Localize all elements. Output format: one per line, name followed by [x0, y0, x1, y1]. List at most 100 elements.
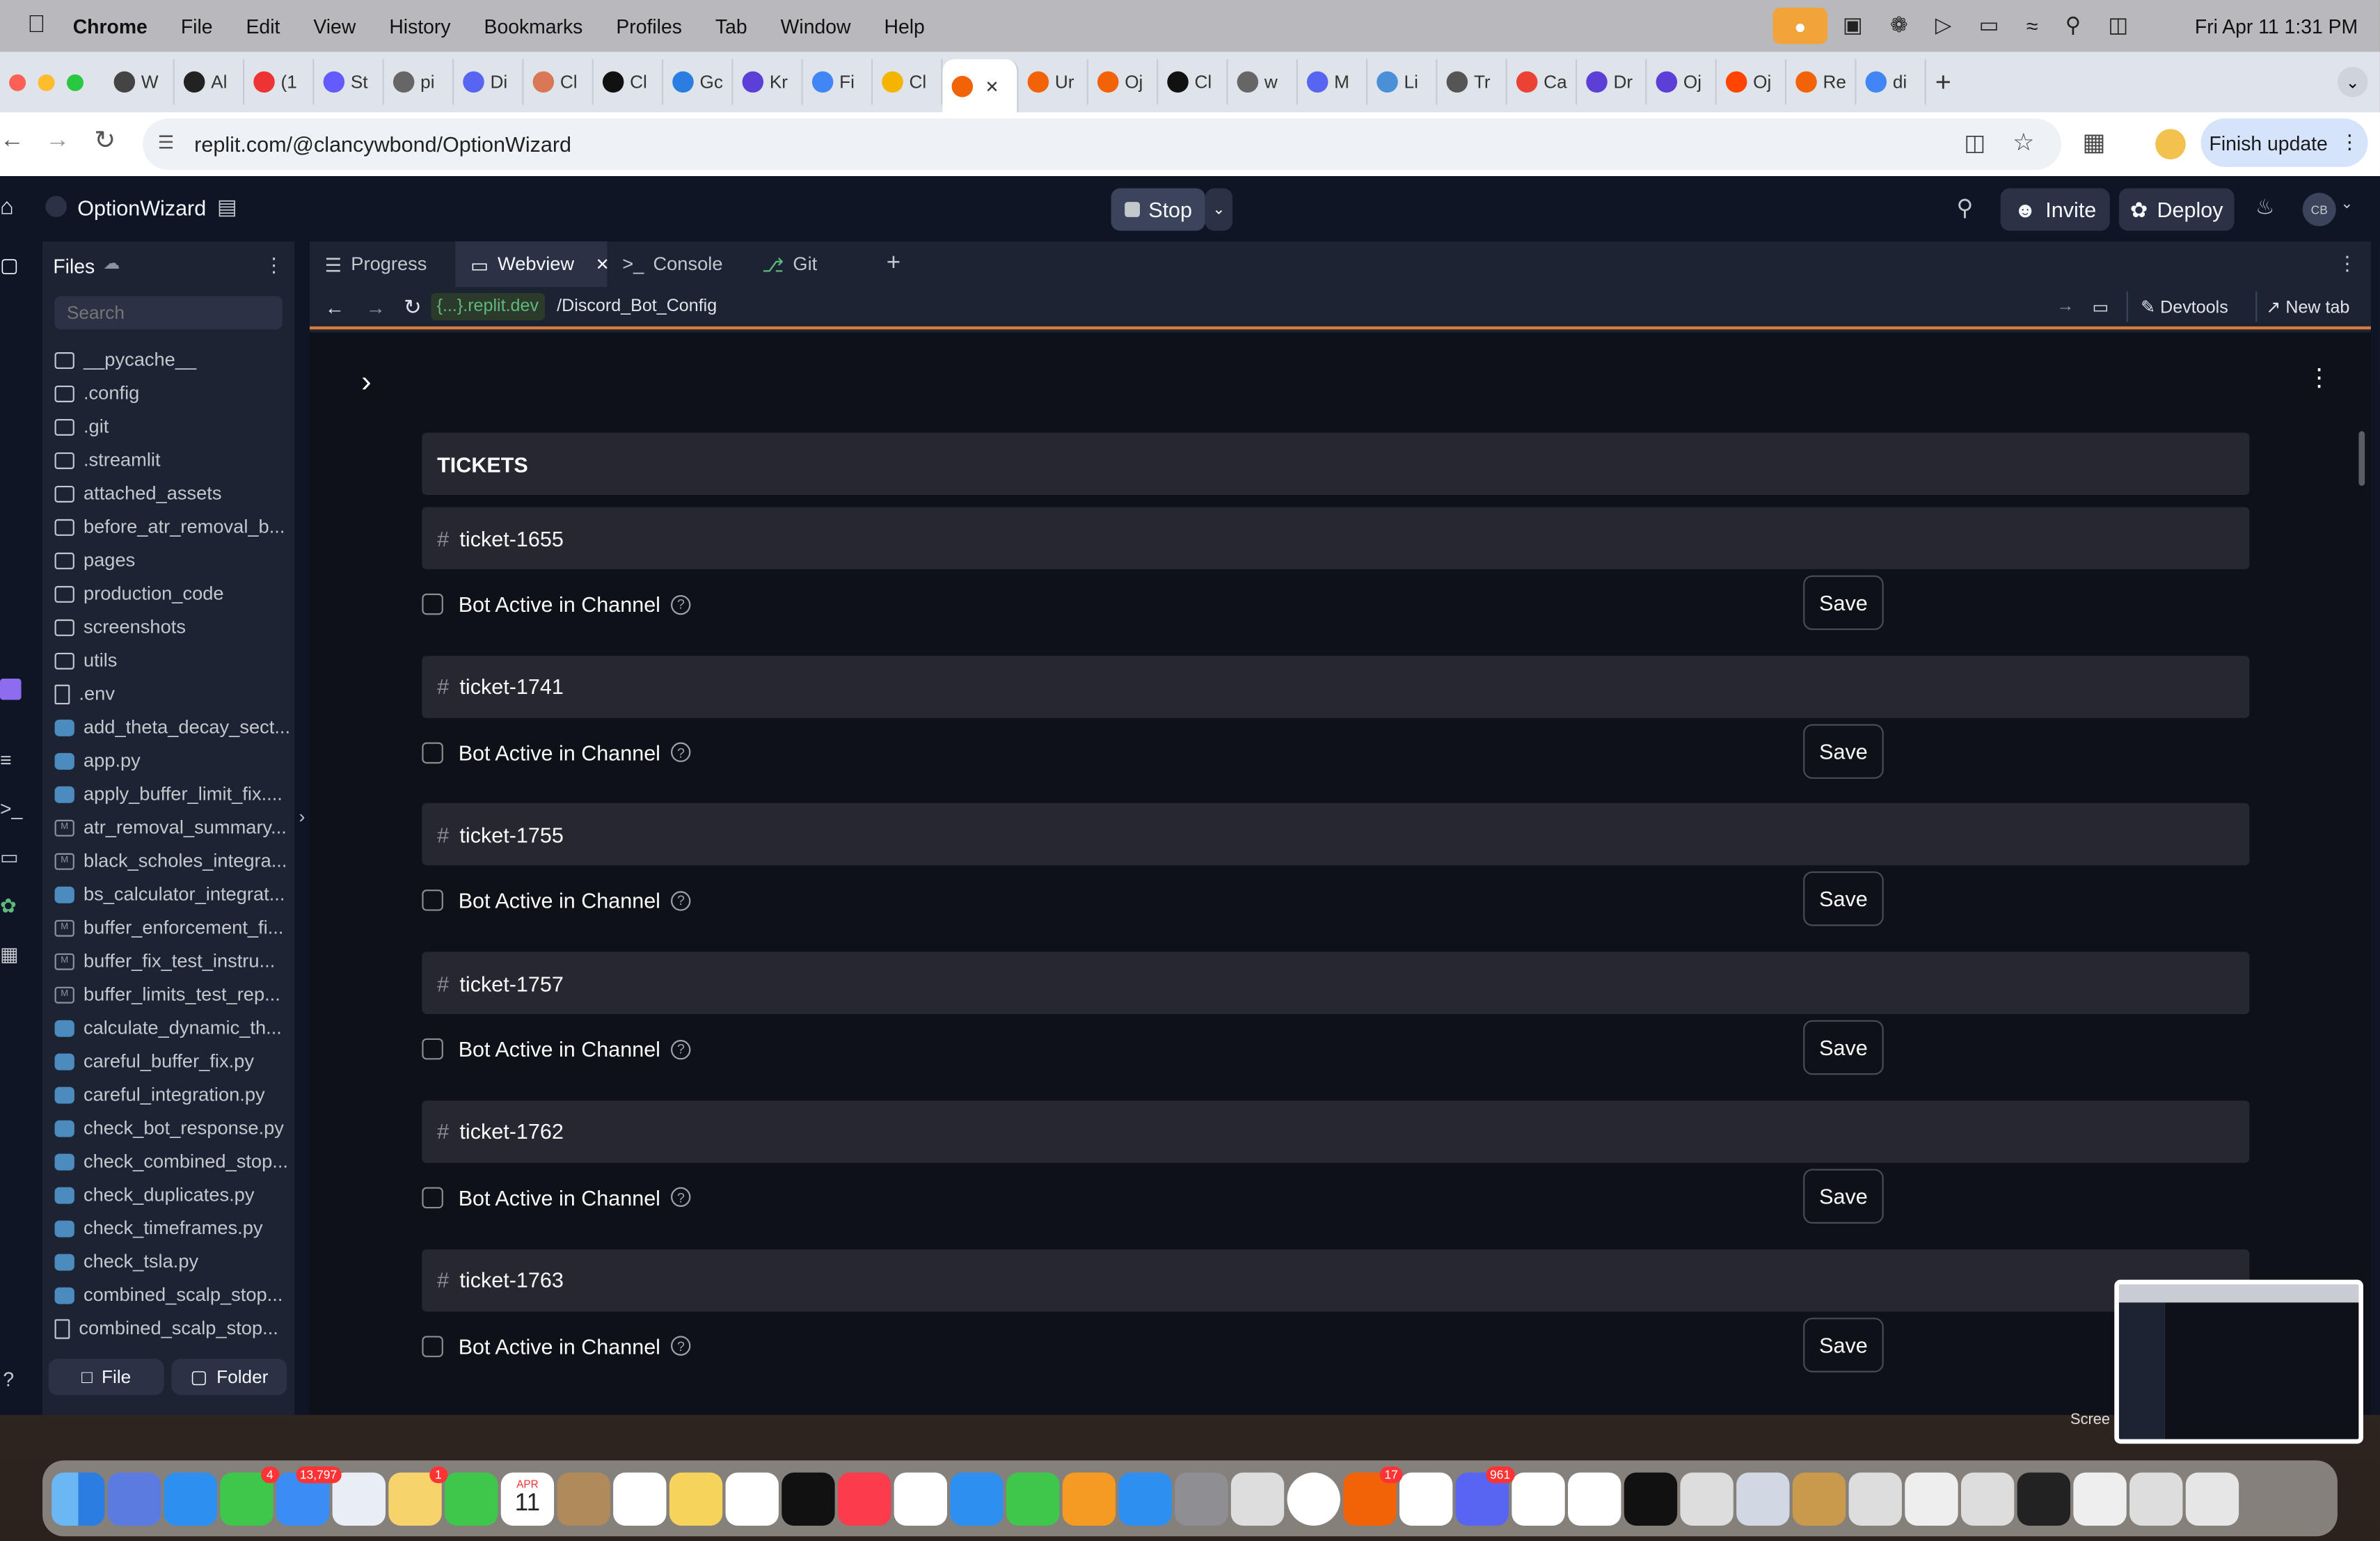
tab-progress[interactable]: ☰ Progress — [310, 242, 455, 287]
menu-view[interactable]: View — [313, 15, 356, 38]
document-stack-icon[interactable] — [1848, 1471, 1902, 1525]
browser-tab[interactable]: ✕ — [942, 59, 1019, 114]
save-button[interactable]: Save — [1803, 723, 1884, 779]
close-window-icon[interactable] — [9, 73, 26, 90]
omnibox[interactable]: ☰ replit.com/@clancywbond/OptionWizard ◫… — [143, 118, 2061, 171]
bot-active-checkbox[interactable] — [422, 1038, 443, 1060]
reload-icon[interactable]: ↻ — [94, 126, 116, 157]
tab-git[interactable]: ⎇ Git — [747, 242, 878, 287]
help-tooltip-icon[interactable]: ? — [671, 1039, 691, 1059]
contacts-icon[interactable] — [557, 1471, 610, 1525]
play-icon[interactable]: ▷ — [1935, 12, 1952, 38]
inbox-app-icon[interactable] — [1399, 1471, 1453, 1525]
pdf-stack-icon[interactable] — [2073, 1471, 2127, 1525]
notes-icon[interactable] — [669, 1471, 723, 1525]
tab-search-chevron-icon[interactable]: ⌄ — [2337, 66, 2368, 97]
browser-tab[interactable]: St — [314, 59, 384, 105]
screenshot-stack-icon[interactable] — [1905, 1471, 1958, 1525]
numbers-icon[interactable] — [1006, 1471, 1060, 1525]
bot-active-label[interactable]: Bot Active in Channel — [459, 1334, 660, 1358]
file-tree-item[interactable]: careful_buffer_fix.py — [54, 1045, 292, 1078]
extensions-puzzle-icon[interactable]: ▦ — [2082, 127, 2105, 158]
apple-icon[interactable]:  — [27, 12, 45, 39]
launchpad-icon[interactable] — [107, 1471, 161, 1525]
browser-tab[interactable]: Ur — [1019, 59, 1088, 105]
browser-tab[interactable]: M — [1298, 59, 1368, 105]
bot-active-label[interactable]: Bot Active in Channel — [459, 1037, 660, 1061]
collapse-panel-chevron-icon[interactable]: › — [299, 806, 306, 828]
search-icon[interactable]: ⚲ — [1956, 194, 1973, 221]
menu-tab[interactable]: Tab — [715, 15, 747, 38]
inbox-icon[interactable]: ▣ — [1843, 12, 1863, 38]
file-tree-item[interactable]: utils — [54, 644, 292, 677]
browser-tab[interactable]: Tr — [1438, 59, 1507, 105]
bookmark-star-icon[interactable]: ☆ — [2013, 127, 2034, 158]
file-tree-item[interactable]: combined_scalp_stop... — [54, 1311, 292, 1345]
bot-active-label[interactable]: Bot Active in Channel — [459, 889, 660, 913]
file-tree-item[interactable]: __pycache__ — [54, 343, 292, 377]
forward-arrow-icon[interactable]: → — [45, 127, 70, 155]
browser-tab[interactable]: Fi — [803, 59, 873, 105]
bot-active-label[interactable]: Bot Active in Channel — [459, 741, 660, 765]
file-tree-item[interactable]: .env — [54, 677, 292, 711]
omnibox-url[interactable]: replit.com/@clancywbond/OptionWizard — [194, 132, 571, 157]
file-tree-item[interactable]: .streamlit — [54, 443, 292, 477]
close-tab-icon[interactable]: ✕ — [985, 77, 999, 96]
freeform-icon[interactable] — [725, 1471, 779, 1525]
agent-tool-icon[interactable] — [0, 678, 22, 700]
account-chevron-icon[interactable]: ⌄ — [2340, 196, 2353, 212]
profile-avatar[interactable] — [2155, 129, 2186, 160]
window-stack-icon[interactable] — [1960, 1471, 2015, 1525]
bot-active-checkbox[interactable] — [422, 1335, 443, 1357]
app-menu-icon[interactable]: ⋮ — [2307, 363, 2331, 393]
bot-active-checkbox[interactable] — [422, 1187, 443, 1208]
browser-tab[interactable]: Kr — [733, 59, 803, 105]
menu-file[interactable]: File — [181, 15, 213, 38]
file-tree-item[interactable]: .config — [54, 377, 292, 410]
file-search-input[interactable] — [54, 296, 283, 330]
project-menu-icon[interactable]: ▤ — [217, 194, 237, 220]
browser-tab[interactable]: Cl — [594, 59, 664, 105]
bot-active-checkbox[interactable] — [422, 741, 443, 764]
browser-tab[interactable]: Gc — [663, 59, 733, 105]
invite-button[interactable]: ☻ Invite — [2000, 188, 2110, 231]
new-tab-plus-icon[interactable]: + — [1935, 66, 1951, 98]
webview-reload-icon[interactable]: ↻ — [404, 294, 422, 319]
openai-icon[interactable]: ❁ — [1890, 12, 1908, 38]
downloads-stack-icon[interactable] — [1680, 1471, 1734, 1525]
file-tree-item[interactable]: check_bot_response.py — [54, 1112, 292, 1145]
spotlight-search-icon[interactable]: ⚲ — [2065, 12, 2081, 38]
file-tree-item[interactable]: Mbuffer_enforcement_fi... — [54, 911, 292, 945]
webview-forward-icon[interactable]: → — [366, 295, 386, 318]
menu-window[interactable]: Window — [781, 15, 851, 38]
webview-tool-icon[interactable]: ▭ — [0, 846, 19, 870]
back-arrow-icon[interactable]: ← — [0, 127, 24, 155]
file-tree-item[interactable]: check_tsla.py — [54, 1245, 292, 1279]
browser-tab[interactable]: (1 — [244, 59, 315, 105]
maps-icon[interactable] — [332, 1471, 386, 1525]
mail-icon[interactable]: 13,797 — [276, 1465, 342, 1525]
chrome-icon[interactable] — [1287, 1471, 1340, 1525]
user-avatar[interactable]: CB — [2302, 192, 2336, 226]
trash-icon[interactable] — [2185, 1471, 2239, 1525]
file-tree-item[interactable]: apply_buffer_limit_fix.... — [54, 777, 292, 811]
install-app-icon[interactable]: ◫ — [1964, 129, 1985, 157]
browser-tab[interactable]: Oj — [1647, 59, 1717, 105]
file-tree-item[interactable]: production_code — [54, 577, 292, 610]
save-button[interactable]: Save — [1803, 871, 1884, 927]
file-tree-item[interactable]: .git — [54, 410, 292, 443]
bot-active-label[interactable]: Bot Active in Channel — [459, 592, 660, 617]
save-button[interactable]: Save — [1803, 1020, 1884, 1075]
screenshot-thumbnail[interactable] — [2114, 1279, 2363, 1444]
help-tooltip-icon[interactable]: ? — [671, 742, 691, 763]
bot-active-label[interactable]: Bot Active in Channel — [459, 1185, 660, 1210]
webview-path-input[interactable]: /Discord_Bot_Config — [557, 297, 2056, 315]
browser-tab[interactable]: di — [1856, 59, 1926, 105]
bot-active-checkbox[interactable] — [422, 890, 443, 912]
reminders-icon[interactable] — [613, 1471, 667, 1525]
tab-webview[interactable]: ▭ Webview ✕ — [455, 241, 610, 287]
scrollbar-thumb[interactable] — [2358, 431, 2365, 486]
site-settings-icon[interactable]: ☰ — [158, 132, 174, 154]
photos-icon[interactable]: 1 — [388, 1465, 448, 1525]
browser-tab[interactable]: Li — [1367, 59, 1438, 105]
